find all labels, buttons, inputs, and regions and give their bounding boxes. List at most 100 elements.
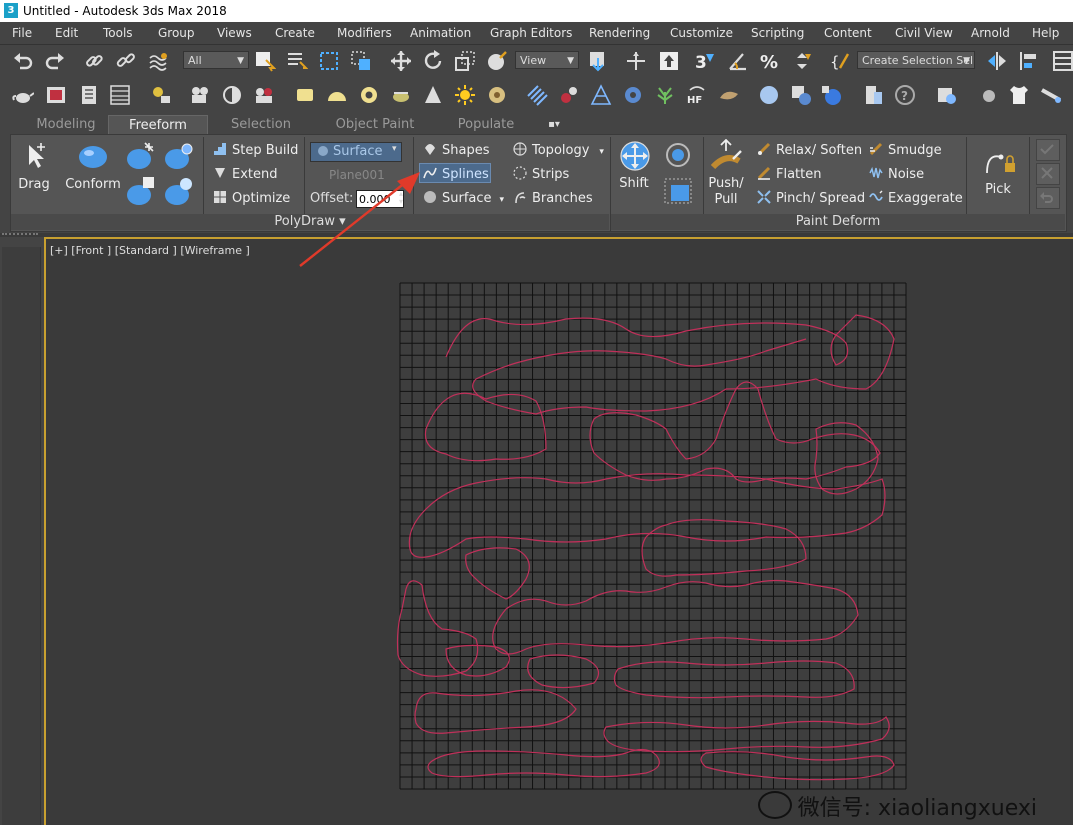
pick-button[interactable]: Pick [981, 182, 1015, 197]
surface-button[interactable]: Surface ▾ [423, 190, 504, 206]
ribbon-options-button[interactable]: ▪▾ [540, 115, 568, 134]
box-primitive-icon[interactable] [294, 84, 316, 106]
sphere-icon[interactable] [758, 84, 780, 106]
tab-object-paint[interactable]: Object Paint [330, 115, 420, 134]
torus-icon[interactable] [358, 84, 380, 106]
paint-deform-panel-label[interactable]: Paint Deform [611, 214, 1065, 230]
smudge-button[interactable]: Smudge [869, 142, 942, 158]
menu-rendering[interactable]: Rendering [589, 26, 650, 40]
conform-button[interactable]: Conform [63, 141, 123, 192]
tab-selection[interactable]: Selection [224, 115, 298, 134]
front-viewport[interactable]: [+] [Front ] [Standard ] [Wireframe ] [44, 237, 1073, 825]
render-setup-icon[interactable] [253, 84, 275, 106]
draw-on-dropdown[interactable]: Surface [310, 142, 402, 162]
material-editor-icon[interactable] [78, 84, 100, 106]
strips-button[interactable]: Strips [513, 166, 569, 182]
exaggerate-button[interactable]: Exaggerate [869, 190, 963, 206]
revert-button[interactable] [1036, 187, 1060, 209]
shapes-button[interactable]: Shapes [423, 142, 489, 158]
shift-rotate-icon[interactable] [663, 141, 693, 169]
pinch-spread-button[interactable]: Pinch/ Spread [757, 190, 865, 206]
undo-icon[interactable] [12, 50, 34, 72]
relax-soften-button[interactable]: Relax/ Soften [757, 142, 862, 158]
selection-set-dropdown[interactable]: Create Selection Sel ▼ [857, 51, 975, 69]
sun-icon[interactable] [454, 84, 476, 106]
optimize-button[interactable]: Optimize [213, 190, 290, 206]
hair-fur-icon[interactable]: HF [686, 84, 708, 106]
keyboard-shortcut-override-icon[interactable] [658, 50, 680, 72]
conform-shift-icon[interactable] [163, 175, 195, 207]
menu-views[interactable]: Views [217, 26, 252, 40]
branches-button[interactable]: Branches [513, 190, 593, 206]
menu-file[interactable]: File [12, 26, 32, 40]
asset-tracking-icon[interactable] [862, 84, 884, 106]
splines-button[interactable]: Splines [423, 166, 489, 182]
commit-button[interactable] [1036, 139, 1060, 161]
environment-icon[interactable] [820, 84, 842, 106]
snaps-toggle-icon[interactable]: 3 [694, 50, 716, 72]
gear-icon[interactable] [622, 84, 644, 106]
menu-customize[interactable]: Customize [670, 26, 733, 40]
dynamics-icon[interactable] [558, 84, 580, 106]
tab-freeform[interactable]: Freeform [108, 115, 208, 135]
menu-group[interactable]: Group [158, 26, 195, 40]
help-circle-icon[interactable]: ? [894, 84, 916, 106]
bind-space-warp-icon[interactable] [147, 50, 169, 72]
menu-create[interactable]: Create [275, 26, 315, 40]
drag-button[interactable]: Drag [16, 141, 52, 192]
layer-explorer-icon[interactable] [1052, 50, 1073, 72]
menu-graph-editors[interactable]: Graph Editors [490, 26, 572, 40]
foliage-icon[interactable] [654, 84, 676, 106]
noise-button[interactable]: Noise [869, 166, 924, 182]
shift-scale-icon[interactable] [663, 177, 693, 205]
menu-civil-view[interactable]: Civil View [895, 26, 953, 40]
select-object-icon[interactable] [254, 50, 276, 72]
shirt-icon[interactable] [1008, 84, 1030, 106]
edit-named-selection-icon[interactable]: { [830, 50, 852, 72]
hair-icon[interactable] [590, 84, 612, 106]
angle-snap-icon[interactable] [727, 50, 749, 72]
spinner-snap-icon[interactable] [791, 50, 813, 72]
schematic-view-icon[interactable] [109, 84, 131, 106]
menu-content[interactable]: Content [824, 26, 872, 40]
menu-tools[interactable]: Tools [103, 26, 133, 40]
push-pull-button[interactable]: Push/Pull [708, 176, 744, 208]
menu-modifiers[interactable]: Modifiers [337, 26, 392, 40]
selection-filter-dropdown[interactable]: All ▼ [183, 51, 249, 69]
scale-icon[interactable] [454, 50, 476, 72]
extend-button[interactable]: Extend [213, 166, 278, 182]
render-icon[interactable] [221, 84, 243, 106]
pivot-center-icon[interactable] [588, 50, 610, 72]
mirror-icon[interactable] [986, 50, 1008, 72]
shift-button[interactable]: Shift [617, 176, 651, 191]
camera-icon[interactable] [189, 84, 211, 106]
tab-modeling[interactable]: Modeling [28, 115, 104, 134]
flatten-button[interactable]: Flatten [757, 166, 822, 182]
reference-coordinate-dropdown[interactable]: View ▼ [515, 51, 579, 69]
redo-icon[interactable] [44, 50, 66, 72]
particle-system-icon[interactable] [526, 84, 548, 106]
hemisphere-icon[interactable] [326, 84, 348, 106]
topology-button[interactable]: Topology ▾ [513, 142, 604, 158]
menu-arnold[interactable]: Arnold [971, 26, 1010, 40]
link-icon[interactable] [83, 50, 105, 72]
window-crossing-icon[interactable] [350, 50, 372, 72]
sky-dome-icon[interactable] [486, 84, 508, 106]
teapot-icon[interactable] [12, 84, 34, 106]
placement-icon[interactable] [486, 50, 508, 72]
step-build-button[interactable]: Step Build [213, 142, 298, 158]
menu-scripting[interactable]: Scripting [751, 26, 804, 40]
unlink-icon[interactable] [115, 50, 137, 72]
move-icon[interactable] [390, 50, 412, 72]
chevron-down-icon[interactable]: ▾ [392, 144, 397, 154]
rectangular-selection-icon[interactable] [318, 50, 340, 72]
measure-tape-icon[interactable] [1040, 84, 1062, 106]
select-by-name-icon[interactable] [286, 50, 308, 72]
cone-icon[interactable] [422, 84, 444, 106]
percent-snap-icon[interactable]: % [759, 50, 781, 72]
select-manipulate-icon[interactable] [625, 50, 647, 72]
align-icon[interactable] [1018, 50, 1040, 72]
conform-options-icon[interactable] [125, 141, 157, 171]
rotate-icon[interactable] [422, 50, 444, 72]
conform-move-icon[interactable] [125, 175, 157, 207]
